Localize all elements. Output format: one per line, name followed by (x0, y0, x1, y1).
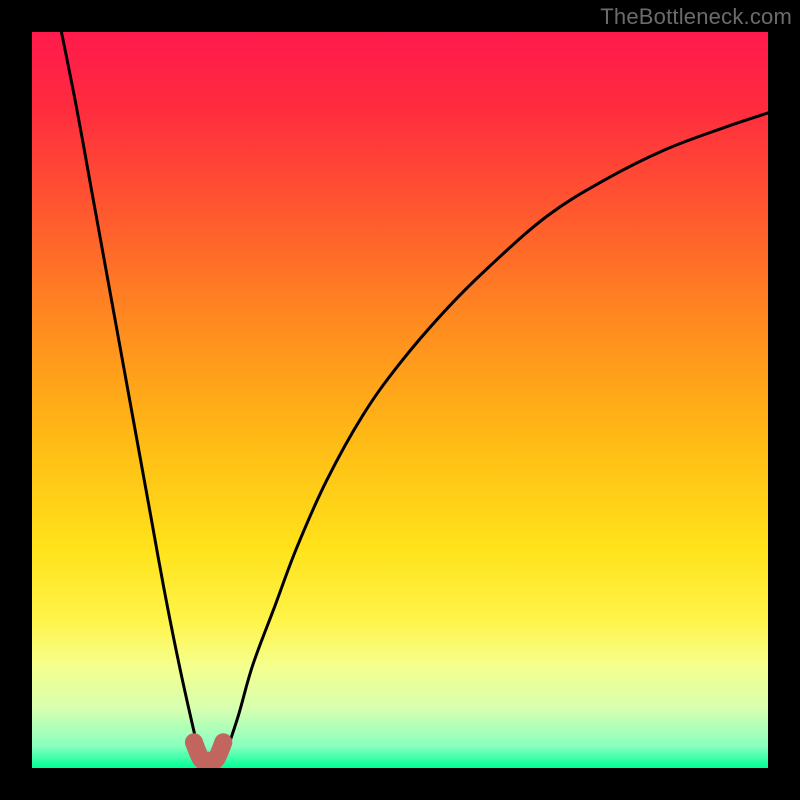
optimum-marker (194, 742, 223, 761)
chart-frame: TheBottleneck.com (0, 0, 800, 800)
right-curve (223, 113, 768, 761)
left-curve (61, 32, 201, 761)
curves-layer (32, 32, 768, 768)
watermark-text: TheBottleneck.com (600, 4, 792, 30)
plot-area (32, 32, 768, 768)
